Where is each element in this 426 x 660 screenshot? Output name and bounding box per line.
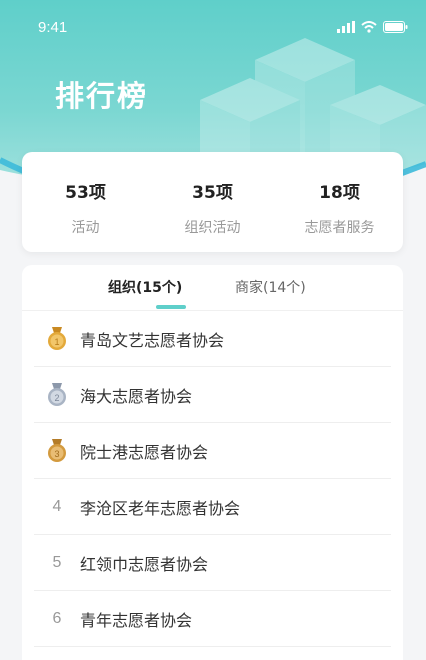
signal-icon xyxy=(337,21,355,33)
ranking-row[interactable]: 1 青岛文艺志愿者协会 xyxy=(34,311,391,367)
organization-name: 海大志愿者协会 xyxy=(80,386,193,406)
ranking-list-card: 组织(15个) 商家(14个) 1 青岛文艺志愿者协会 2 海大志愿者协会 3 … xyxy=(22,265,403,660)
status-time: 9:41 xyxy=(38,18,68,36)
ranking-row[interactable]: 3 院士港志愿者协会 xyxy=(34,423,391,479)
organization-name: 青年志愿者协会 xyxy=(80,610,193,630)
rank-slot: 6 xyxy=(34,610,80,628)
rank-number: 5 xyxy=(52,553,62,571)
stat-value: 35项 xyxy=(192,183,233,203)
svg-text:1: 1 xyxy=(54,337,59,347)
tab-organizations[interactable]: 组织(15个) xyxy=(108,277,182,297)
battery-icon xyxy=(383,21,408,33)
page-title: 排行榜 xyxy=(55,79,149,113)
ranking-row[interactable]: 6 青年志愿者协会 xyxy=(34,591,391,647)
stat-label: 组织活动 xyxy=(184,220,241,236)
active-tab-indicator xyxy=(156,305,186,309)
stat-label: 活动 xyxy=(71,220,100,236)
ranking-row[interactable]: 5 红领巾志愿者协会 xyxy=(34,535,391,591)
ranking-row[interactable]: 2 海大志愿者协会 xyxy=(34,367,391,423)
bronze-medal-icon: 3 xyxy=(48,438,66,462)
gold-medal-icon: 1 xyxy=(48,326,66,350)
ranking-row[interactable]: 4 李沧区老年志愿者协会 xyxy=(34,479,391,535)
rank-slot: 5 xyxy=(34,554,80,572)
status-bar: 9:41 xyxy=(0,0,426,54)
organization-name: 李沧区老年志愿者协会 xyxy=(80,498,241,518)
organization-name: 红领巾志愿者协会 xyxy=(80,554,209,574)
organization-name: 院士港志愿者协会 xyxy=(80,442,209,462)
rank-slot: 4 xyxy=(34,498,80,516)
rank-number: 6 xyxy=(52,609,62,627)
stat-label: 志愿者服务 xyxy=(304,220,375,236)
silver-medal-icon: 2 xyxy=(48,382,66,406)
rank-slot: 2 xyxy=(34,382,80,407)
stat-activities[interactable]: 53项 活动 xyxy=(22,152,149,252)
organization-name: 青岛文艺志愿者协会 xyxy=(80,330,225,350)
status-icons xyxy=(337,21,408,33)
svg-text:2: 2 xyxy=(54,393,59,403)
stat-value: 18项 xyxy=(319,183,360,203)
stat-volunteer-services[interactable]: 18项 志愿者服务 xyxy=(276,152,403,252)
tab-merchants[interactable]: 商家(14个) xyxy=(235,277,306,297)
rank-slot: 1 xyxy=(34,326,80,351)
ranking-tabs: 组织(15个) 商家(14个) xyxy=(22,265,403,311)
svg-text:3: 3 xyxy=(54,449,59,459)
wifi-icon xyxy=(361,21,377,33)
stat-org-activities[interactable]: 35项 组织活动 xyxy=(149,152,276,252)
stats-card: 53项 活动 35项 组织活动 18项 志愿者服务 xyxy=(22,152,403,252)
stat-value: 53项 xyxy=(65,183,106,203)
rank-slot: 3 xyxy=(34,438,80,463)
rank-number: 4 xyxy=(52,497,62,515)
